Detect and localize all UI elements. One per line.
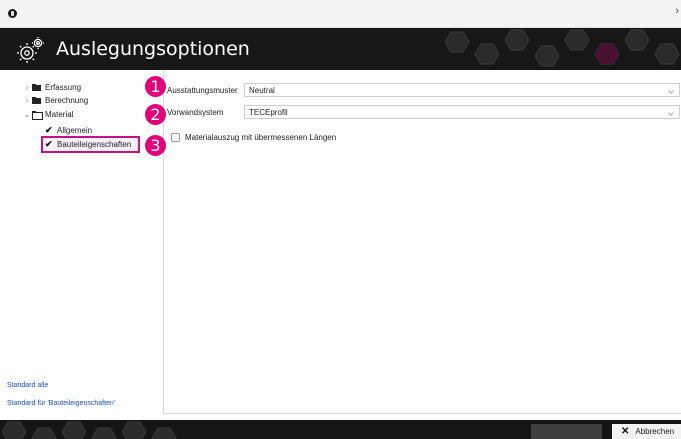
vorwandsystem-label: Vorwandsystem [167,108,224,117]
check-icon: ✔ [45,138,53,149]
hexagon-pattern-footer [1,421,177,439]
chevron-right-icon[interactable]: › [22,96,32,105]
close-icon: ✕ [621,425,630,437]
content-bottom-divider [164,413,681,414]
materialauszug-checkbox[interactable] [171,133,180,142]
folder-icon [32,83,41,91]
app-icon [8,9,17,18]
chevron-down-icon [668,88,674,94]
tree-item-erfassung[interactable]: › Erfassung [22,81,81,93]
page-title: Auslegungsoptionen [56,38,250,60]
chevron-right-icon[interactable]: › [22,83,32,92]
ok-button-disabled [531,424,602,439]
ausstattungsmuster-select[interactable]: Neutral [244,83,680,97]
link-standard-for-section[interactable]: Standard für 'Bauteileigenschaften' [7,400,115,407]
tree-item-label: Berechnung [45,95,89,105]
folder-open-icon [32,110,43,120]
tree-item-material[interactable]: ⌄ Material [22,108,73,120]
ausstattungsmuster-label: Ausstattungsmuster [167,86,238,95]
title-bar: › [0,0,681,28]
tree-item-label: Erfassung [45,82,82,92]
link-standard-all[interactable]: Standard alle [7,382,48,389]
vorwandsystem-select[interactable]: TECEprofil [244,105,680,119]
dialog-footer: ✕ Abbrechen [0,420,681,439]
tree-item-label: Bauteileigenschaften [57,139,132,149]
dialog-content: › Erfassung › Berechnung ⌄ Material ✔ Al… [0,70,681,420]
chevron-down-icon [668,110,674,116]
window-close-button[interactable]: › [675,5,679,17]
select-value: Neutral [249,86,275,95]
select-value: TECEprofil [249,108,288,117]
tree-item-label: Allgemein [57,125,93,135]
hexagon-pattern [444,29,680,67]
tree-item-label: Material [45,109,74,119]
tree-item-allgemein[interactable]: ✔ Allgemein [45,124,92,136]
dialog-header: Auslegungsoptionen [0,28,681,70]
folder-icon [32,96,41,104]
gears-icon [17,37,44,63]
materialauszug-label[interactable]: Materialauszug mit übermessenen Längen [185,133,336,142]
check-icon: ✔ [45,124,53,135]
callout-3: 3 [145,135,166,156]
cancel-label: Abbrechen [635,427,675,436]
chevron-down-icon[interactable]: ⌄ [22,110,32,119]
tree-item-bauteileigenschaften[interactable]: ✔ Bauteileigenschaften [45,138,131,150]
tree-item-berechnung[interactable]: › Berechnung [22,94,89,106]
options-tree: › Erfassung › Berechnung ⌄ Material ✔ Al… [7,74,164,417]
callout-2: 2 [145,104,166,125]
cancel-button[interactable]: ✕ Abbrechen [612,424,681,439]
callout-1: 1 [145,76,166,97]
